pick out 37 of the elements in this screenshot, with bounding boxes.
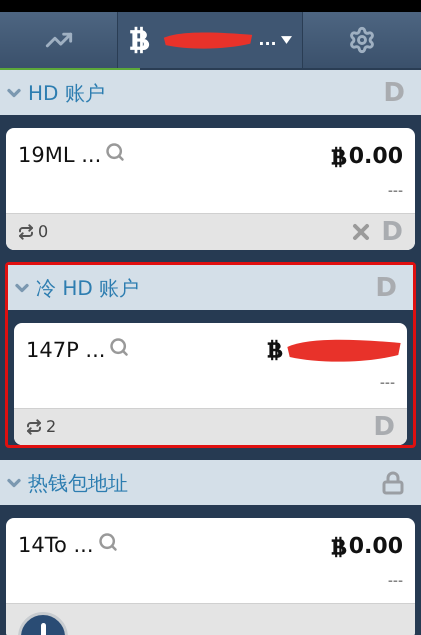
section-header[interactable]: 冷 HD 账户 D: [8, 265, 413, 310]
fiat-value: ---: [380, 374, 395, 393]
lock-icon[interactable]: [381, 470, 405, 494]
bitcoin-icon: [330, 536, 347, 558]
d-mark[interactable]: D: [373, 414, 395, 440]
account-card[interactable]: 14To ... 0.00 ---: [6, 518, 415, 635]
section-header[interactable]: HD 账户 D: [0, 70, 421, 115]
search-icon[interactable]: [98, 532, 118, 552]
transfer-icon: [18, 224, 34, 240]
bitcoin-icon: [128, 26, 150, 54]
section-title: 冷 HD 账户: [36, 274, 140, 302]
balance-amount: 0.00: [348, 533, 403, 561]
balance-amount: 0.00: [348, 143, 403, 171]
bitcoin-icon: [330, 146, 347, 168]
section-header[interactable]: 热钱包地址: [0, 460, 421, 505]
bitcoin-icon: [266, 339, 283, 361]
account-card[interactable]: 147P ... --- 2 D: [14, 323, 407, 445]
fiat-value: ---: [388, 572, 403, 591]
section-title: HD 账户: [28, 80, 105, 106]
account-card[interactable]: 19ML ... 0.00 --- 0 D: [6, 128, 415, 250]
search-icon[interactable]: [105, 142, 126, 162]
account-address: 147P ...: [26, 337, 106, 364]
account-address: 14To ...: [18, 532, 94, 559]
search-icon[interactable]: [109, 337, 130, 357]
transfer-icon: [26, 419, 42, 435]
d-mark[interactable]: D: [383, 80, 405, 106]
section-title: 热钱包地址: [28, 470, 128, 496]
d-mark[interactable]: D: [375, 274, 397, 300]
fiat-value: ---: [388, 182, 403, 201]
transaction-count: 2: [46, 416, 56, 438]
account-address: 19ML ...: [18, 142, 102, 169]
wallet-tab[interactable]: ...: [118, 12, 303, 68]
d-mark[interactable]: D: [381, 219, 403, 245]
transaction-count: 0: [38, 221, 48, 243]
dropdown-caret-icon: [280, 36, 292, 44]
settings-icon: [348, 26, 376, 54]
wallet-name: ...: [258, 29, 277, 51]
